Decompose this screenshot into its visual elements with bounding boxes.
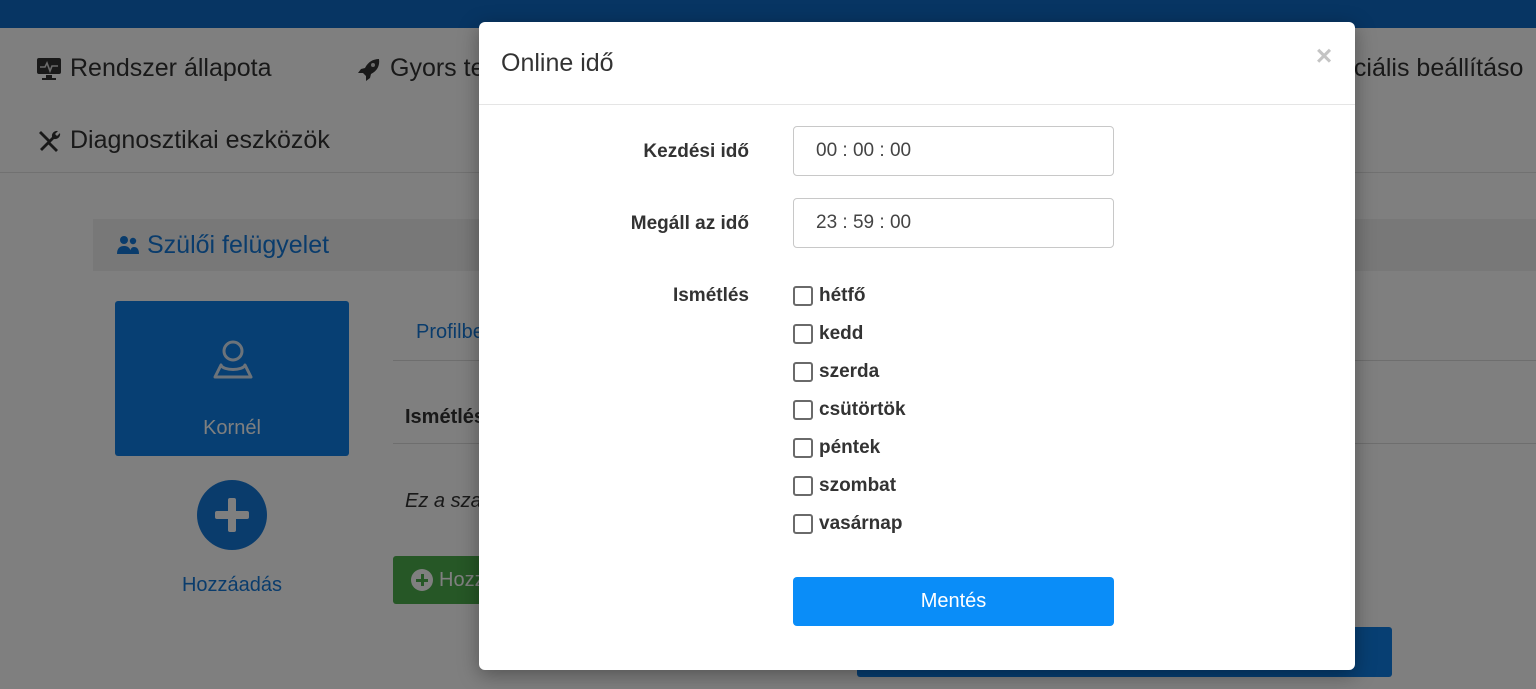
day-label: vasárnap [819,513,903,534]
day-checkbox-thursday[interactable]: csütörtök [793,398,906,422]
start-time-label: Kezdési idő [643,141,749,162]
day-checkbox-wednesday[interactable]: szerda [793,360,879,384]
checkbox[interactable] [793,362,813,382]
day-label: hétfő [819,285,866,306]
checkbox[interactable] [793,476,813,496]
repeat-label: Ismétlés [672,285,749,306]
online-time-modal: Online idő × Kezdési idő Megáll az idő I… [479,22,1355,670]
day-checkbox-friday[interactable]: péntek [793,436,880,460]
day-checkbox-tuesday[interactable]: kedd [793,322,863,346]
stop-time-label: Megáll az idő [630,213,749,234]
modal-header: Online idő × [479,22,1355,105]
modal-title: Online idő [501,49,614,77]
day-checkbox-saturday[interactable]: szombat [793,474,896,498]
checkbox[interactable] [793,286,813,306]
checkbox[interactable] [793,400,813,420]
day-checkbox-sunday[interactable]: vasárnap [793,512,902,536]
start-time-input[interactable] [793,126,1114,176]
day-label: csütörtök [819,399,906,420]
day-checkbox-monday[interactable]: hétfő [793,284,865,308]
day-label: szerda [819,361,880,382]
day-label: kedd [819,323,864,344]
checkbox[interactable] [793,438,813,458]
save-button[interactable]: Mentés [793,577,1114,626]
stop-time-input[interactable] [793,198,1114,248]
close-icon[interactable]: × [1312,42,1336,70]
checkbox[interactable] [793,324,813,344]
checkbox[interactable] [793,514,813,534]
day-label: szombat [819,475,897,496]
day-label: péntek [819,437,881,458]
